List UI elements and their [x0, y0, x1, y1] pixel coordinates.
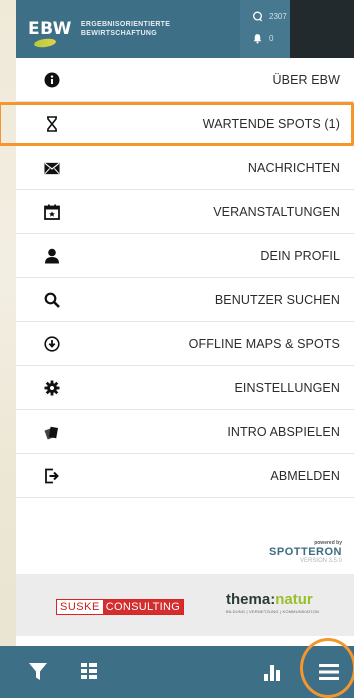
- download-circle-icon: [44, 336, 60, 352]
- menu-item-settings[interactable]: EINSTELLUNGEN: [16, 366, 354, 410]
- bell-icon: [253, 34, 262, 44]
- cards-icon: [44, 424, 60, 440]
- spotteron-logo: SPOTTERON: [269, 546, 342, 558]
- spot-pin-icon: [253, 11, 263, 22]
- search-icon: [44, 292, 60, 308]
- thema-natur-logo[interactable]: thema:natur BILDUNG | VERNETZUNG | KOMMU…: [226, 591, 319, 614]
- menu-item-messages[interactable]: NACHRICHTEN: [16, 146, 354, 190]
- menu-item-label: INTRO ABSPIELEN: [227, 425, 340, 439]
- gear-icon: [44, 380, 60, 396]
- menu-item-about[interactable]: ÜBER EBW: [16, 58, 354, 102]
- menu-item-events[interactable]: VERANSTALTUNGEN: [16, 190, 354, 234]
- user-icon: [44, 248, 60, 264]
- menu-item-label: BENUTZER SUCHEN: [214, 293, 340, 307]
- logout-icon: [44, 468, 60, 484]
- app-logo: EBW ERGEBNISORIENTIERTE BEWIRTSCHAFTUNG: [16, 0, 170, 58]
- filter-icon[interactable]: [28, 661, 50, 683]
- notification-count: 0: [269, 34, 274, 43]
- powered-by-spotteron[interactable]: powered by SPOTTERON VERSION 3.5.0: [269, 540, 342, 564]
- menu-item-search-users[interactable]: BENUTZER SUCHEN: [16, 278, 354, 322]
- info-icon: [44, 72, 60, 88]
- logo-line-1: ERGEBNISORIENTIERTE: [80, 21, 171, 28]
- menu-item-label: ÜBER EBW: [272, 73, 340, 87]
- menu-item-label: OFFLINE MAPS & SPOTS: [188, 337, 340, 351]
- menu-item-offline-maps[interactable]: OFFLINE MAPS & SPOTS: [16, 322, 354, 366]
- menu-item-profile[interactable]: DEIN PROFIL: [16, 234, 354, 278]
- menu-item-label: DEIN PROFIL: [260, 249, 340, 263]
- menu-item-pending-spots[interactable]: WARTENDE SPOTS (1): [0, 102, 354, 146]
- menu-item-label: WARTENDE SPOTS (1): [202, 117, 340, 131]
- hourglass-icon: [44, 116, 60, 132]
- thema-natur-tagline: BILDUNG | VERNETZUNG | KOMMUNIKATION: [226, 609, 319, 614]
- version-text: VERSION 3.5.0: [299, 558, 342, 564]
- sponsor-bar: SUSKE CONSULTING thema:natur BILDUNG | V…: [16, 574, 354, 636]
- menu-item-logout[interactable]: ABMELDEN: [16, 454, 354, 498]
- envelope-icon: [44, 160, 60, 176]
- counters: 2307 0: [240, 0, 290, 58]
- spot-count: 2307: [269, 12, 287, 21]
- notification-counter[interactable]: 0: [252, 33, 273, 44]
- menu-item-label: ABMELDEN: [270, 469, 340, 483]
- header-dark-area: [290, 0, 354, 58]
- menu-item-label: VERANSTALTUNGEN: [213, 205, 340, 219]
- menu-item-intro[interactable]: INTRO ABSPIELEN: [16, 410, 354, 454]
- chart-icon[interactable]: [263, 661, 285, 683]
- logo-mark: EBW: [28, 19, 72, 39]
- legend-icon[interactable]: [80, 661, 102, 683]
- spot-counter[interactable]: 2307: [252, 11, 287, 22]
- menu-item-label: NACHRICHTEN: [247, 161, 340, 175]
- menu-button-highlight: [300, 638, 354, 698]
- side-menu-panel: EBW ERGEBNISORIENTIERTE BEWIRTSCHAFTUNG …: [0, 0, 354, 698]
- main-menu: ÜBER EBW WARTENDE SPOTS (1) NACHRICHTEN …: [0, 58, 354, 498]
- logo-line-2: BEWIRTSCHAFTUNG: [80, 30, 157, 37]
- suske-consulting-logo[interactable]: SUSKE CONSULTING: [56, 599, 185, 615]
- leaf-icon: [33, 37, 57, 49]
- menu-item-label: EINSTELLUNGEN: [234, 381, 340, 395]
- calendar-star-icon: [44, 204, 60, 220]
